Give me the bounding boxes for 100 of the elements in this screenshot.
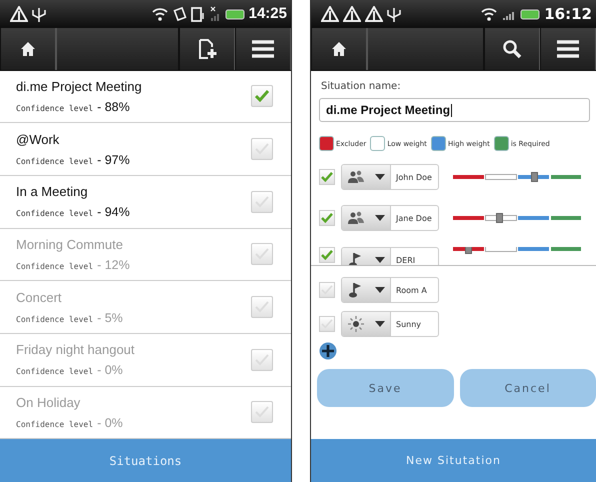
condition-dropdown[interactable]: John Doe [341, 164, 439, 190]
checkmark-icon [255, 143, 269, 156]
condition-dropdown[interactable]: Sunny [341, 311, 439, 337]
search-icon [502, 39, 522, 59]
checkbox[interactable] [251, 190, 273, 213]
weight-slider[interactable] [453, 247, 581, 251]
flag-icon [349, 282, 363, 298]
sun-icon [348, 316, 364, 332]
weight-slider[interactable] [453, 216, 581, 220]
checkmark-icon [255, 301, 269, 314]
wifi-icon [480, 6, 498, 22]
slider-thumb[interactable] [530, 172, 538, 182]
checkbox[interactable] [251, 85, 273, 108]
dropdown-arrow-icon [375, 215, 385, 221]
phone-icon [190, 6, 205, 22]
condition-value: Sunny [395, 318, 422, 331]
wifi-icon [150, 6, 169, 22]
home-icon [20, 40, 36, 57]
situation-name: Concert [16, 290, 63, 305]
people-icon [348, 211, 364, 225]
usb-icon [387, 6, 401, 22]
dropdown-arrow-icon [375, 257, 385, 263]
confidence-label: Confidence level [16, 104, 94, 113]
confidence-label: Confidence level [16, 262, 94, 271]
add-icon[interactable] [319, 342, 337, 360]
slider-thumb[interactable] [496, 213, 504, 223]
confidence-value: - 12% [97, 258, 130, 272]
checkbox[interactable] [251, 243, 273, 266]
confidence-label: Confidence level [16, 156, 94, 166]
situation-name: @Work [16, 132, 60, 147]
people-icon [348, 170, 364, 184]
add-page-icon [197, 38, 217, 60]
situation-name: Friday night hangout [16, 342, 136, 358]
confidence-value: - 94% [97, 205, 130, 220]
search-button[interactable] [484, 28, 540, 70]
condition-dropdown[interactable]: Room A [341, 277, 439, 303]
home-icon [331, 41, 347, 57]
slider-thumb[interactable] [465, 247, 472, 254]
checkbox[interactable] [319, 282, 335, 298]
condition-dropdown[interactable]: Jane Doe [341, 205, 439, 231]
home-button[interactable] [311, 28, 367, 70]
menu-icon [556, 39, 580, 59]
weight-slider[interactable] [453, 175, 581, 179]
checkmark-icon [321, 213, 333, 223]
confidence-label: Confidence level [16, 314, 94, 324]
condition-dropdown[interactable]: DERI [341, 247, 439, 265]
menu-button[interactable] [235, 28, 291, 70]
dropdown-arrow-icon [375, 174, 385, 180]
dropdown-arrow-icon [375, 287, 385, 293]
checkmark-icon [255, 248, 269, 260]
condition-value: Room A [395, 284, 427, 296]
warning-icon [343, 6, 361, 22]
dropdown-arrow-icon [375, 321, 385, 327]
checkmark-icon [255, 90, 269, 102]
situation-name: On Holiday [16, 394, 82, 410]
situation-name: Morning Commute [16, 236, 124, 252]
confidence-value: - 0% [97, 363, 123, 378]
action-button[interactable]: Save [317, 369, 454, 407]
home-button[interactable] [0, 28, 56, 70]
checkbox[interactable] [251, 138, 273, 160]
add-button[interactable] [179, 28, 235, 70]
checkmark-icon [255, 406, 269, 418]
situation-name: In a Meeting [16, 184, 89, 200]
condition-value: John Doe [394, 172, 432, 184]
checkbox[interactable] [251, 348, 273, 371]
checkbox[interactable] [319, 316, 335, 332]
checkmark-icon [321, 319, 333, 329]
confidence-label: Confidence level [16, 209, 94, 218]
checkbox[interactable] [319, 169, 335, 185]
flag-icon [349, 252, 363, 265]
condition-value: Jane Doe [394, 212, 432, 225]
checkmark-icon [255, 196, 269, 208]
warning-icon [365, 6, 383, 22]
condition-value: DERI [395, 254, 416, 265]
checkmark-icon [321, 250, 333, 260]
checkbox[interactable] [251, 296, 273, 318]
checkmark-icon [321, 172, 333, 182]
confidence-value: - 5% [97, 310, 123, 325]
warning-icon [10, 6, 28, 22]
action-button[interactable]: Cancel [460, 369, 596, 407]
confidence-label: Confidence level [16, 420, 94, 429]
clock-time: 14:25 [248, 5, 287, 22]
usb-icon [32, 6, 46, 22]
warning-icon [321, 6, 339, 22]
rotate-icon [172, 6, 187, 22]
checkmark-icon [255, 354, 269, 366]
confidence-value: - 97% [97, 152, 130, 167]
no-signal-icon [208, 6, 221, 22]
field-label: Situation name: [321, 81, 402, 92]
checkbox[interactable] [319, 247, 335, 263]
name-input-field[interactable]: di.me Project Meeting [319, 98, 590, 122]
menu-button[interactable] [540, 28, 596, 70]
checkmark-icon [321, 285, 333, 295]
checkbox[interactable] [251, 401, 273, 424]
menu-icon [251, 38, 275, 59]
confidence-value: - 88% [97, 100, 130, 114]
situation-name: di.me Project Meeting [16, 78, 143, 94]
confidence-label: Confidence level [16, 367, 94, 376]
clock-time: 16:12 [544, 5, 592, 23]
checkbox[interactable] [319, 210, 335, 226]
